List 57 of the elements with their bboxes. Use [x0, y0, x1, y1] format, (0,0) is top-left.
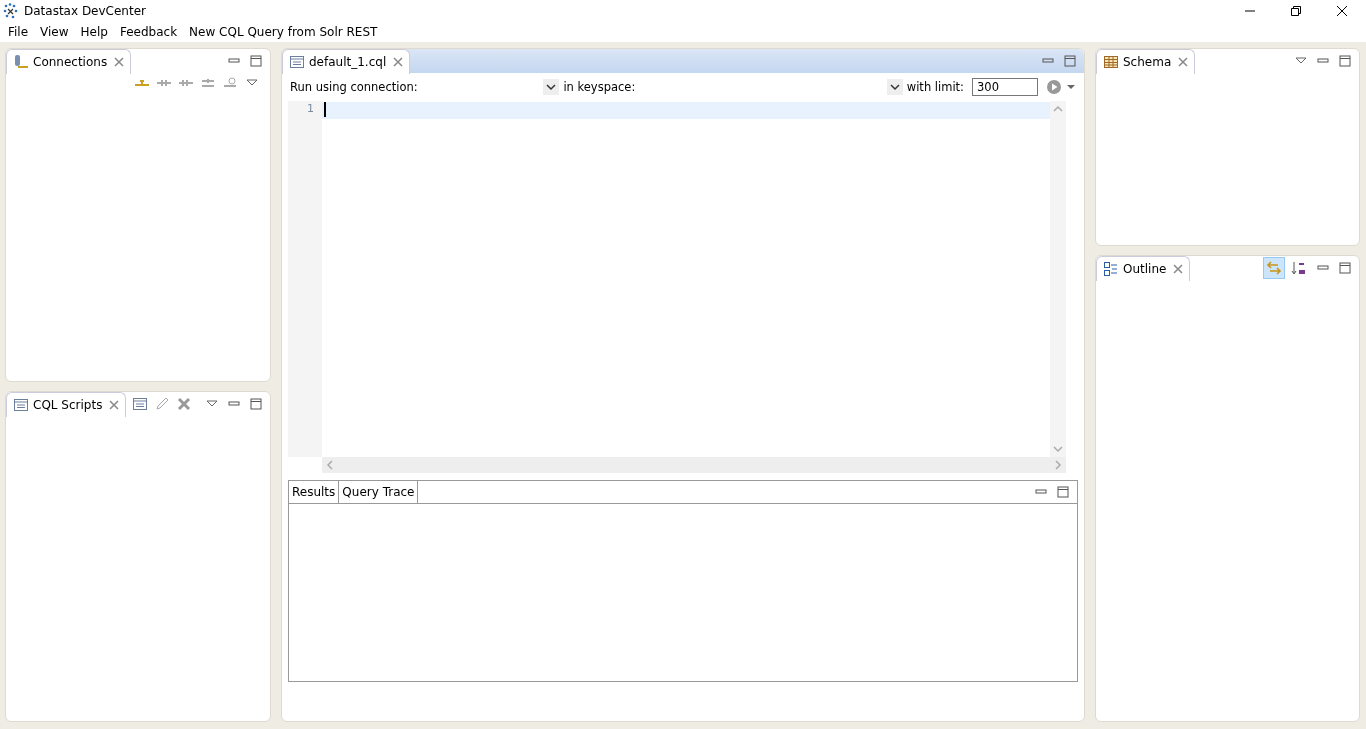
maximize-icon[interactable]	[250, 55, 262, 67]
new-script-icon[interactable]	[132, 396, 149, 412]
scroll-down-icon[interactable]	[1052, 443, 1064, 455]
cql-scripts-tab[interactable]: CQL Scripts	[6, 391, 127, 417]
app-logo-icon	[3, 3, 19, 19]
text-cursor	[324, 102, 326, 117]
outline-icon	[1103, 260, 1119, 277]
tab-label: default_1.cql	[309, 54, 387, 69]
maximize-icon[interactable]	[1057, 486, 1069, 498]
database-plug-icon	[13, 53, 29, 70]
limit-input[interactable]: 300	[972, 78, 1038, 96]
tab-label: Connections	[33, 54, 108, 69]
connection-dropdown-icon[interactable]	[543, 79, 560, 95]
results-tab[interactable]: Query Trace	[339, 481, 419, 503]
tab-label: Schema	[1123, 54, 1172, 69]
run-icon[interactable]	[1046, 79, 1062, 95]
plug-icon[interactable]	[156, 77, 172, 89]
outline-tab[interactable]: Outline	[1096, 255, 1191, 281]
maximize-icon[interactable]	[1064, 55, 1076, 67]
menu-item[interactable]: Help	[74, 25, 114, 39]
plug-edit-icon[interactable]	[200, 77, 216, 89]
keyspace-dropdown-icon[interactable]	[886, 79, 903, 95]
menu-item[interactable]: Feedback	[113, 25, 184, 39]
menu-item[interactable]: File	[2, 25, 35, 39]
window-title: Datastax DevCenter	[24, 4, 146, 18]
connections-tab[interactable]: Connections	[6, 48, 132, 74]
schema-tab[interactable]: Schema	[1096, 48, 1196, 74]
connection-label: Run using connection:	[290, 80, 418, 94]
pencil-icon[interactable]	[154, 396, 171, 412]
results-tab[interactable]: Results	[289, 481, 340, 503]
tab-label: Outline	[1123, 261, 1167, 276]
plug-plus-icon[interactable]	[134, 77, 150, 89]
line-number: 1	[307, 101, 314, 117]
scroll-left-icon[interactable]	[324, 459, 336, 471]
keyspace-label: in keyspace:	[563, 80, 636, 94]
maximize-icon[interactable]	[1339, 55, 1351, 67]
maximize-icon[interactable]	[1339, 262, 1351, 274]
link-with-editor-toggle[interactable]	[1263, 257, 1285, 279]
plug-icon[interactable]	[178, 77, 194, 89]
scroll-right-icon[interactable]	[1052, 459, 1064, 471]
caret-icon[interactable]	[1066, 82, 1076, 92]
close-icon[interactable]	[1336, 5, 1348, 17]
menu-item[interactable]: View	[34, 25, 75, 39]
menu-item[interactable]: New CQL Query from Solr REST	[183, 25, 384, 39]
plug-remove-icon[interactable]	[222, 77, 238, 89]
sort-az-icon[interactable]	[1291, 260, 1307, 276]
maximize-icon[interactable]	[250, 398, 262, 410]
editor-tab[interactable]: default_1.cql	[282, 48, 411, 74]
delete-icon[interactable]	[176, 396, 193, 412]
horizontal-scrollbar[interactable]	[322, 457, 1066, 473]
table-icon	[1103, 53, 1119, 70]
tab-label: CQL Scripts	[33, 397, 103, 412]
script-icon	[13, 396, 29, 413]
swap-arrows-icon	[1266, 260, 1282, 276]
limit-label: with limit:	[906, 80, 964, 94]
script-icon	[289, 53, 305, 70]
restore-icon[interactable]	[1290, 5, 1302, 17]
